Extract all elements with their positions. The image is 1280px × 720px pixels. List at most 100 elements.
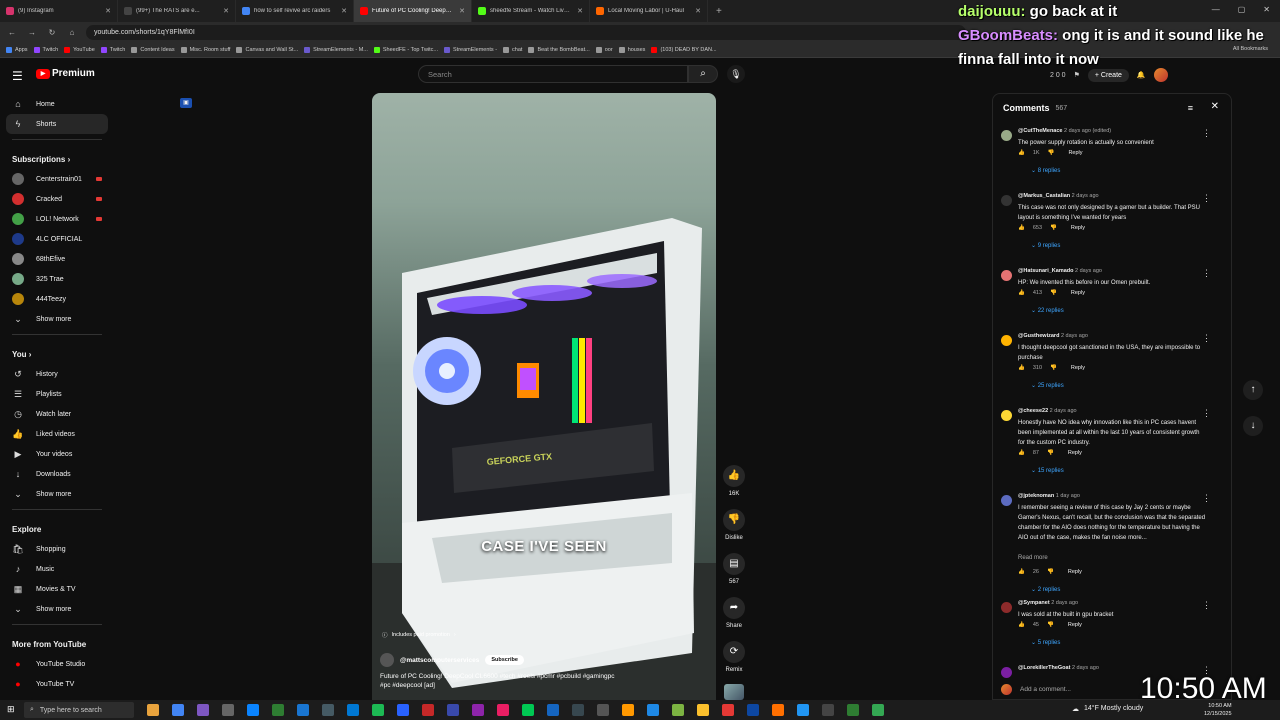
thumbs-up-icon[interactable]: 👍 bbox=[1018, 622, 1025, 628]
sidebar-item[interactable]: 🛍 Shopping bbox=[0, 539, 114, 559]
close-icon[interactable]: ✕ bbox=[1211, 101, 1219, 112]
home-icon[interactable]: ⌂ bbox=[66, 28, 78, 37]
sidebar-item[interactable]: ⌄ Show more bbox=[0, 599, 114, 619]
bookmark-item[interactable]: StreamElements - bbox=[444, 46, 497, 53]
more-from-youtube-title[interactable]: More from YouTube bbox=[0, 630, 114, 654]
taskbar-app-icon[interactable] bbox=[322, 704, 334, 716]
bookmark-item[interactable]: SheedFE - Top Twitc... bbox=[373, 46, 438, 53]
thumbs-up-icon[interactable]: 👍 bbox=[1018, 225, 1025, 231]
taskbar-app-icon[interactable] bbox=[622, 704, 634, 716]
search-input[interactable]: Search bbox=[418, 65, 688, 83]
bookmark-item[interactable]: Content Ideas bbox=[131, 46, 175, 53]
subscription-item[interactable]: 325 Trae bbox=[0, 269, 114, 289]
taskbar-app-icon[interactable] bbox=[272, 704, 284, 716]
taskbar-app-icon[interactable] bbox=[547, 704, 559, 716]
browser-tab[interactable]: Future of PC Cooling! DeepCoo... ✕ bbox=[354, 0, 472, 22]
taskbar-app-icon[interactable] bbox=[172, 704, 184, 716]
commenter-avatar[interactable] bbox=[1001, 270, 1012, 281]
thumbs-down-icon[interactable]: 👎 bbox=[1047, 622, 1054, 628]
taskbar-app-icon[interactable] bbox=[822, 704, 834, 716]
sidebar-item[interactable]: ● YouTube TV bbox=[0, 674, 114, 694]
commenter-avatar[interactable] bbox=[1001, 130, 1012, 141]
sidebar-item[interactable]: ↓ Downloads bbox=[0, 464, 114, 484]
reply-button[interactable]: Reply bbox=[1068, 569, 1082, 575]
taskbar-app-icon[interactable] bbox=[222, 704, 234, 716]
browser-tab[interactable]: sheedfe Stream - Watch Live c... ✕ bbox=[472, 0, 590, 22]
sidebar-item[interactable]: ϟ Shorts bbox=[6, 114, 108, 134]
subscribe-button[interactable]: Subscribe bbox=[485, 655, 524, 665]
sidebar-item[interactable]: ↺ History bbox=[0, 364, 114, 384]
windows-start-icon[interactable]: ⊞ bbox=[7, 704, 15, 715]
sidebar-item[interactable]: 👍 Liked videos bbox=[0, 424, 114, 444]
bookmark-item[interactable]: chat bbox=[503, 46, 522, 53]
taskbar-app-icon[interactable] bbox=[722, 704, 734, 716]
comment-author[interactable]: @cheese22 bbox=[1018, 408, 1048, 414]
arrow-down-icon[interactable]: ↓ bbox=[1243, 416, 1263, 436]
close-tab-icon[interactable]: ✕ bbox=[341, 7, 347, 15]
sidebar-item[interactable]: ☰ Playlists bbox=[0, 384, 114, 404]
reply-button[interactable]: Reply bbox=[1071, 290, 1085, 296]
you-title[interactable]: You › bbox=[0, 340, 114, 364]
bookmark-item[interactable]: Misc. Room stuff bbox=[180, 46, 230, 53]
forward-icon[interactable]: → bbox=[26, 28, 38, 37]
subscription-item[interactable]: Centerstrain01 bbox=[0, 169, 114, 189]
sidebar-item[interactable]: ◷ Watch later bbox=[0, 404, 114, 424]
commenter-avatar[interactable] bbox=[1001, 195, 1012, 206]
reply-button[interactable]: Reply bbox=[1071, 365, 1085, 371]
commenter-avatar[interactable] bbox=[1001, 335, 1012, 346]
sidebar-item[interactable]: ▦ Movies & TV bbox=[0, 579, 114, 599]
taskbar-app-icon[interactable] bbox=[347, 704, 359, 716]
taskbar-app-icon[interactable] bbox=[572, 704, 584, 716]
reply-button[interactable]: Reply bbox=[1068, 150, 1082, 156]
taskbar-app-icon[interactable] bbox=[472, 704, 484, 716]
taskbar-app-icon[interactable] bbox=[747, 704, 759, 716]
thumbs-down-icon[interactable]: 👎 bbox=[1050, 365, 1057, 371]
view-replies-button[interactable]: ⌄ 8 replies bbox=[1031, 167, 1060, 174]
sidebar-item[interactable]: ⌄ Show more bbox=[0, 484, 114, 504]
view-replies-button[interactable]: ⌄ 25 replies bbox=[1031, 382, 1064, 389]
close-tab-icon[interactable]: ✕ bbox=[695, 7, 701, 15]
microphone-icon[interactable]: 🎙 bbox=[727, 65, 745, 83]
taskbar-app-icon[interactable] bbox=[372, 704, 384, 716]
paid-promotion-label[interactable]: ⓘ Includes paid promotion › bbox=[382, 631, 456, 639]
taskbar-app-icon[interactable] bbox=[697, 704, 709, 716]
sidebar-item[interactable]: ● YouTube Studio bbox=[0, 654, 114, 674]
browser-tab[interactable]: (9) Instagram ✕ bbox=[0, 0, 118, 22]
taskbar-app-icon[interactable] bbox=[447, 704, 459, 716]
read-more-link[interactable]: Read more bbox=[1018, 555, 1048, 561]
subscriptions-title[interactable]: Subscriptions › bbox=[0, 145, 114, 169]
reply-button[interactable]: Reply bbox=[1071, 225, 1085, 231]
bookmark-item[interactable]: Twitch bbox=[100, 46, 125, 53]
comments-button[interactable]: ▤ 567 bbox=[722, 553, 746, 585]
explore-title[interactable]: Explore bbox=[0, 515, 114, 539]
bookmark-item[interactable]: Canvas and Wall St... bbox=[236, 46, 298, 53]
commenter-avatar[interactable] bbox=[1001, 410, 1012, 421]
taskbar-app-icon[interactable] bbox=[147, 704, 159, 716]
comment-author[interactable]: @Hatsunari_Kamado bbox=[1018, 268, 1074, 274]
subscription-item[interactable]: 444Teezy bbox=[0, 289, 114, 309]
sidebar-item[interactable]: ▶ Your videos bbox=[0, 444, 114, 464]
taskbar-app-icon[interactable] bbox=[522, 704, 534, 716]
taskbar-app-icon[interactable] bbox=[672, 704, 684, 716]
reply-button[interactable]: Reply bbox=[1068, 622, 1082, 628]
subscription-item[interactable]: Cracked bbox=[0, 189, 114, 209]
dislike-button[interactable]: 👎 Dislike bbox=[722, 509, 746, 541]
taskbar-app-icon[interactable] bbox=[597, 704, 609, 716]
close-tab-icon[interactable]: ✕ bbox=[577, 7, 583, 15]
reload-icon[interactable]: ↻ bbox=[46, 28, 58, 37]
comment-author[interactable]: @Sympanet bbox=[1018, 600, 1050, 606]
url-field[interactable]: youtube.com/shorts/1qY8FlMfI0I bbox=[86, 24, 966, 40]
taskbar-clock[interactable]: 10:50 AM 12/15/2025 bbox=[1204, 702, 1232, 718]
bookmark-item[interactable]: houses bbox=[618, 46, 645, 53]
shorts-video-player[interactable]: GEFORCE GTX CASE I'VE SEEN ⓘ Includes pa… bbox=[372, 93, 716, 700]
view-replies-button[interactable]: ⌄ 2 replies bbox=[1031, 586, 1060, 593]
sidebar-item[interactable]: ♪ Music bbox=[0, 559, 114, 579]
thumbs-up-icon[interactable]: 👍 bbox=[1018, 365, 1025, 371]
thumbs-down-icon[interactable]: 👎 bbox=[1047, 450, 1054, 456]
comment-author[interactable]: @Markus_Castalian bbox=[1018, 193, 1070, 199]
channel-name[interactable]: @mattscomputerservices bbox=[400, 657, 479, 664]
thumbs-down-icon[interactable]: 👎 bbox=[1047, 569, 1054, 575]
add-comment-row[interactable]: Add a comment... bbox=[1001, 684, 1071, 695]
youtube-logo[interactable]: ▶ Premium bbox=[36, 68, 95, 79]
hamburger-menu-icon[interactable]: ☰ bbox=[12, 69, 23, 83]
